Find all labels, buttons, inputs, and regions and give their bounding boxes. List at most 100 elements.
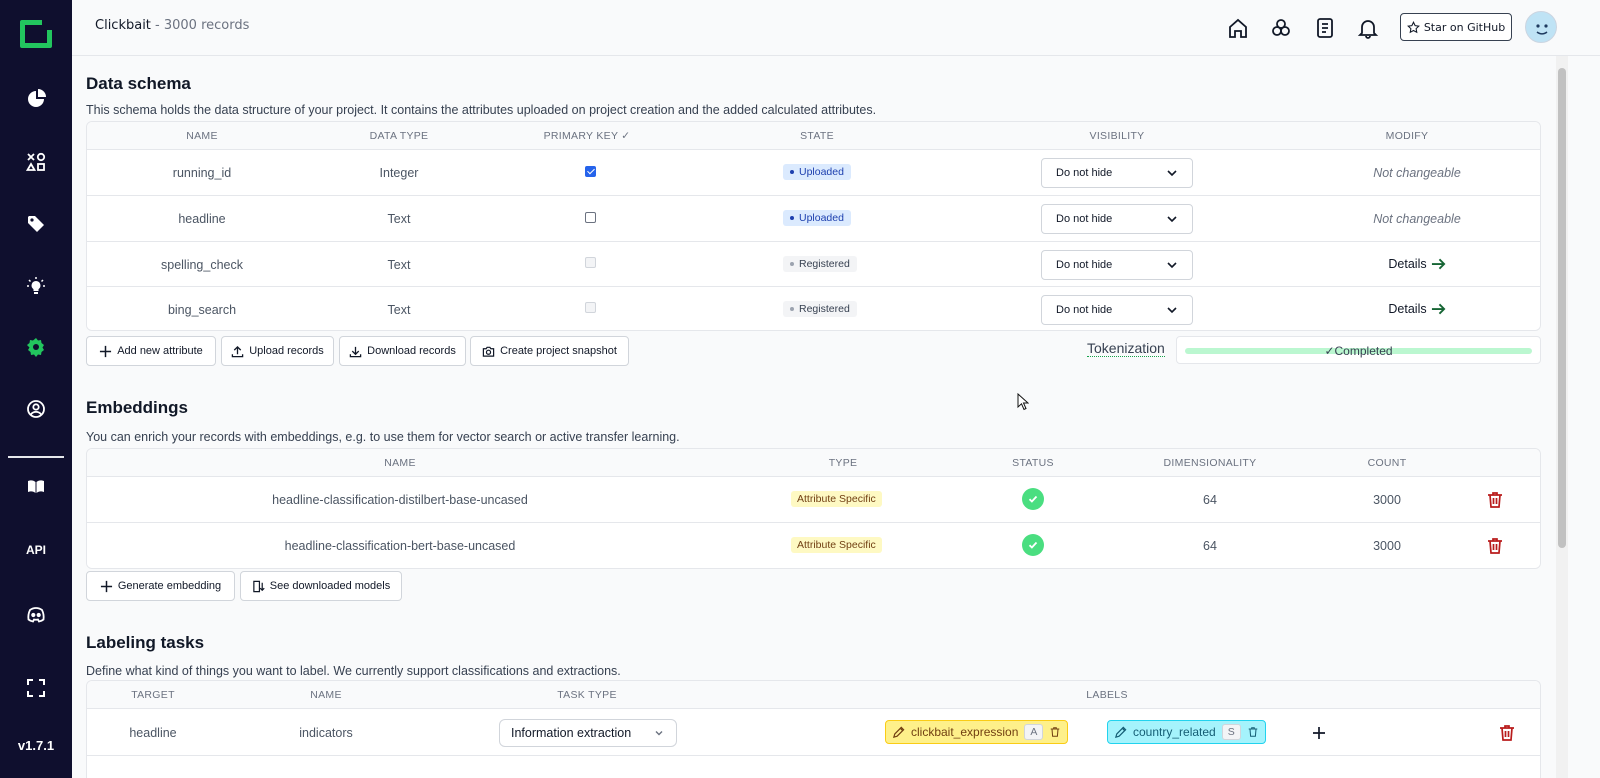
download-models-icon [253,580,265,592]
logo[interactable] [20,20,52,48]
avatar[interactable] [1525,11,1557,43]
visibility-select[interactable]: Do not hide [1041,204,1193,234]
status-badge: Uploaded [783,210,851,226]
embedding-type-badge: Attribute Specific [791,537,882,553]
pie-chart-icon[interactable] [18,81,54,117]
delete-embedding-icon[interactable] [1485,536,1505,556]
status-success-icon [1022,534,1044,556]
details-link[interactable]: Details [1377,302,1457,316]
plus-icon [100,580,112,592]
visibility-value: Do not hide [1056,304,1113,316]
col-state: STATE [800,130,834,142]
generate-embedding-button[interactable]: Generate embedding [86,571,235,601]
status-badge: Registered [783,301,857,317]
details-label: Details [1388,257,1427,271]
see-downloaded-models-button[interactable]: See downloaded models [240,571,402,601]
status-success-icon [1022,488,1044,510]
delete-embedding-icon[interactable] [1485,490,1505,510]
task-type-value: Information extraction [511,726,632,740]
attr-type: Text [387,303,411,317]
label-hotkey: A [1024,724,1044,740]
col-count: COUNT [1367,457,1407,469]
task-target: headline [129,726,177,740]
main-content: Data schema This schema holds the data s… [86,56,1541,778]
chevron-down-icon [1167,170,1177,177]
label-chip-clickbait-expression[interactable]: clickbait_expression A [885,720,1069,744]
col-target: TARGET [131,689,175,701]
attr-type: Text [387,258,411,272]
book-icon[interactable] [18,469,54,505]
col-primary-key: PRIMARY KEY ✓ [543,130,631,142]
status-badge: Registered [783,256,857,272]
fullscreen-icon[interactable] [18,670,54,706]
schema-table: NAME DATA TYPE PRIMARY KEY ✓ STATE VISIB… [86,121,1541,331]
visibility-select[interactable]: Do not hide [1041,250,1193,280]
vertical-scrollbar[interactable] [1556,56,1568,778]
table-row: bing_search Text Registered Do not hide … [87,288,1540,330]
primary-key-checkbox[interactable] [585,212,596,223]
details-label: Details [1388,302,1427,316]
add-label-button[interactable] [1306,720,1332,746]
primary-key-checkbox[interactable] [585,257,596,268]
project-record-count: - 3000 records [155,18,250,33]
labeling-table-header: TARGET NAME TASK TYPE LABELS [87,681,1540,709]
user-circle-icon[interactable] [18,391,54,427]
generate-embedding-label: Generate embedding [117,580,222,592]
task-type-select[interactable]: Information extraction [499,719,677,747]
scrollbar-thumb[interactable] [1558,68,1566,548]
bell-icon[interactable] [1354,14,1382,42]
attr-name: headline [178,212,226,226]
status-badge: Uploaded [783,164,851,180]
document-icon[interactable] [1311,14,1339,42]
status-badge-label: Uploaded [799,212,844,224]
chevron-down-icon [1167,307,1177,314]
pencil-icon[interactable] [1114,726,1127,739]
project-title: Clickbait - 3000 records [95,18,249,33]
chevron-down-icon [655,731,663,736]
shapes-icon[interactable] [18,144,54,180]
home-icon[interactable] [1224,14,1252,42]
col-status: STATUS [1012,457,1054,469]
circles-icon[interactable] [1267,14,1295,42]
pencil-icon[interactable] [892,726,905,739]
download-icon [349,346,362,357]
upload-records-button[interactable]: Upload records [221,336,334,366]
tag-icon[interactable] [18,206,54,242]
embedding-type-badge: Attribute Specific [791,491,882,507]
bulb-icon[interactable] [18,268,54,304]
label-chip-country-related[interactable]: country_related S [1107,720,1266,744]
col-labels: LABELS [1086,689,1128,701]
delete-task-icon[interactable] [1497,723,1517,743]
arrow-right-icon [1431,303,1446,315]
sidebar-divider [8,456,64,458]
primary-key-checkbox[interactable] [585,166,596,177]
sidebar-item-api[interactable]: API [18,532,54,568]
primary-key-checkbox[interactable] [585,302,596,313]
see-downloaded-models-label: See downloaded models [269,580,391,592]
star-icon [1406,20,1420,33]
visibility-value: Do not hide [1056,213,1113,225]
details-link[interactable]: Details [1377,257,1457,271]
embeddings-table-header: NAME TYPE STATUS DIMENSIONALITY COUNT [87,449,1540,477]
label-name: country_related [1133,725,1216,739]
trash-icon[interactable] [1049,726,1061,738]
schema-title: Data schema [86,74,191,93]
add-attribute-button[interactable]: Add new attribute [86,336,216,366]
tokenization-status: ✓Completed [1324,344,1393,358]
discord-icon[interactable] [18,597,54,633]
download-records-button[interactable]: Download records [339,336,466,366]
col-type: TYPE [828,457,858,469]
mouse-cursor-icon [1017,393,1029,411]
upload-records-label: Upload records [249,345,324,357]
visibility-select[interactable]: Do not hide [1041,295,1193,325]
status-badge-label: Registered [799,258,850,270]
gear-icon[interactable] [18,329,54,365]
visibility-select[interactable]: Do not hide [1041,158,1193,188]
col-name: NAME [186,130,218,142]
top-header: Clickbait - 3000 records Star on GitHub [72,0,1600,56]
star-on-github-button[interactable]: Star on GitHub [1400,13,1512,41]
create-snapshot-button[interactable]: Create project snapshot [470,336,629,366]
trash-icon[interactable] [1247,726,1259,738]
version-label: v1.7.1 [17,738,55,753]
embedding-dimensionality: 64 [1203,493,1217,507]
